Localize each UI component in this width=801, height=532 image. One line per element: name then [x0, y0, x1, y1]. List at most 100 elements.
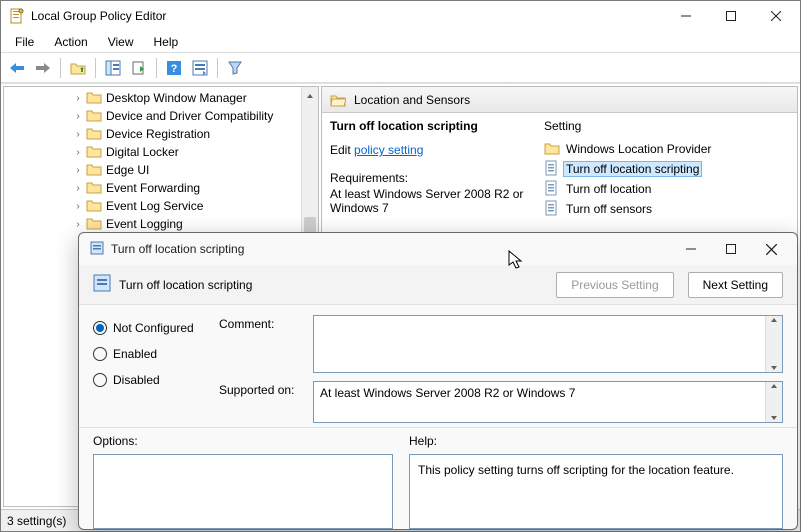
folder-icon	[86, 144, 102, 161]
comment-scrollbar[interactable]	[765, 316, 782, 372]
forward-button[interactable]	[31, 56, 55, 80]
comment-textarea[interactable]	[313, 315, 783, 373]
column-header-setting[interactable]: Setting	[544, 119, 789, 133]
options-label: Options:	[93, 434, 393, 448]
back-button[interactable]	[5, 56, 29, 80]
dialog-title: Turn off location scripting	[111, 242, 671, 256]
radio-enabled[interactable]: Enabled	[93, 341, 203, 367]
dialog-heading: Turn off location scripting	[119, 278, 252, 292]
chevron-right-icon[interactable]: ›	[72, 201, 84, 212]
dialog-app-icon	[89, 240, 105, 259]
status-text: 3 setting(s)	[7, 514, 66, 528]
tree-item[interactable]: › Device Registration	[4, 125, 318, 143]
tree-item-label: Event Logging	[106, 217, 183, 231]
chevron-right-icon[interactable]: ›	[72, 147, 84, 158]
tree-item[interactable]: ›Event Forwarding	[4, 179, 318, 197]
supported-on-text: At least Windows Server 2008 R2 or Windo…	[314, 382, 782, 404]
export-list-button[interactable]	[127, 56, 151, 80]
menu-help[interactable]: Help	[144, 33, 189, 51]
policy-dialog: Turn off location scripting Turn off loc…	[78, 232, 798, 530]
tree-item-label: Device and Driver Compatibility	[106, 109, 273, 123]
next-setting-button[interactable]: Next Setting	[688, 272, 783, 298]
edit-line: Edit policy setting	[330, 143, 534, 157]
dialog-header: Turn off location scripting Previous Set…	[79, 265, 797, 305]
help-text: This policy setting turns off scripting …	[418, 463, 734, 477]
window-controls	[663, 2, 798, 30]
radio-label: Not Configured	[113, 321, 194, 335]
radio-label: Disabled	[113, 373, 160, 387]
titlebar: Local Group Policy Editor	[1, 1, 800, 31]
chevron-right-icon[interactable]: ›	[72, 165, 84, 176]
window-title: Local Group Policy Editor	[31, 9, 663, 23]
folder-icon	[86, 108, 102, 125]
maximize-button[interactable]	[708, 2, 753, 30]
options-panel[interactable]	[93, 454, 393, 529]
chevron-right-icon[interactable]: ›	[72, 183, 84, 194]
tree-item[interactable]: › Device and Driver Compatibility	[4, 107, 318, 125]
setting-label: Turn off location scripting	[563, 161, 702, 177]
separator	[156, 58, 157, 78]
labels-row: Options: Help:	[79, 427, 797, 448]
previous-setting-button[interactable]: Previous Setting	[556, 272, 673, 298]
tree-item-label: Edge UI	[106, 163, 149, 177]
edit-policy-link[interactable]: policy setting	[354, 143, 423, 157]
scroll-up-icon[interactable]	[302, 87, 318, 104]
folder-open-icon	[330, 93, 346, 107]
radio-disabled[interactable]: Disabled	[93, 367, 203, 393]
setting-row[interactable]: Turn off location scripting	[544, 159, 789, 179]
dialog-minimize-button[interactable]	[671, 235, 711, 263]
supported-on-label: Supported on:	[219, 381, 305, 397]
properties-button[interactable]	[188, 56, 212, 80]
tree-item[interactable]: › Edge UI	[4, 161, 318, 179]
setting-label: Windows Location Provider	[566, 142, 711, 156]
menu-file[interactable]: File	[5, 33, 44, 51]
menu-action[interactable]: Action	[44, 33, 97, 51]
folder-icon	[86, 126, 102, 143]
app-icon	[9, 8, 25, 24]
separator	[95, 58, 96, 78]
tree-item[interactable]: › Event Logging	[4, 215, 318, 233]
radio-icon	[93, 321, 107, 335]
path-title: Location and Sensors	[354, 93, 470, 107]
chevron-right-icon[interactable]: ›	[72, 219, 84, 230]
selected-setting-name: Turn off location scripting	[330, 119, 534, 133]
comment-label: Comment:	[219, 315, 305, 331]
tree-item-label: Event Log Service	[106, 199, 203, 213]
menu-view[interactable]: View	[98, 33, 144, 51]
dialog-titlebar: Turn off location scripting	[79, 233, 797, 265]
supported-scrollbar[interactable]	[765, 382, 782, 422]
tree-item[interactable]: › Digital Locker	[4, 143, 318, 161]
minimize-button[interactable]	[663, 2, 708, 30]
tree-item[interactable]: › Desktop Window Manager	[4, 89, 318, 107]
radio-icon	[93, 373, 107, 387]
radio-not-configured[interactable]: Not Configured	[93, 315, 203, 341]
folder-icon	[544, 141, 560, 158]
edit-prefix: Edit	[330, 143, 354, 157]
up-button[interactable]	[66, 56, 90, 80]
chevron-right-icon[interactable]: ›	[72, 111, 84, 122]
dialog-body: Not Configured Enabled Disabled Comment:	[79, 305, 797, 427]
folder-icon	[86, 180, 102, 197]
setting-row[interactable]: Turn off sensors	[544, 199, 789, 219]
setting-label: Turn off location	[566, 182, 651, 196]
separator	[60, 58, 61, 78]
separator	[217, 58, 218, 78]
show-hide-tree-button[interactable]	[101, 56, 125, 80]
dialog-close-button[interactable]	[751, 235, 791, 263]
setting-row[interactable]: Windows Location Provider	[544, 139, 789, 159]
dialog-maximize-button[interactable]	[711, 235, 751, 263]
chevron-right-icon[interactable]: ›	[72, 129, 84, 140]
menubar: File Action View Help	[1, 31, 800, 53]
tree-item-label: Digital Locker	[106, 145, 179, 159]
setting-row[interactable]: Turn off location	[544, 179, 789, 199]
close-button[interactable]	[753, 2, 798, 30]
tree-item-label: Device Registration	[106, 127, 210, 141]
radio-group: Not Configured Enabled Disabled	[93, 315, 203, 423]
filter-button[interactable]	[223, 56, 247, 80]
help-button[interactable]: ?	[162, 56, 186, 80]
tree-item-label: Desktop Window Manager	[106, 91, 247, 105]
radio-icon	[93, 347, 107, 361]
help-panel[interactable]: This policy setting turns off scripting …	[409, 454, 783, 529]
tree-item[interactable]: › Event Log Service	[4, 197, 318, 215]
chevron-right-icon[interactable]: ›	[72, 93, 84, 104]
